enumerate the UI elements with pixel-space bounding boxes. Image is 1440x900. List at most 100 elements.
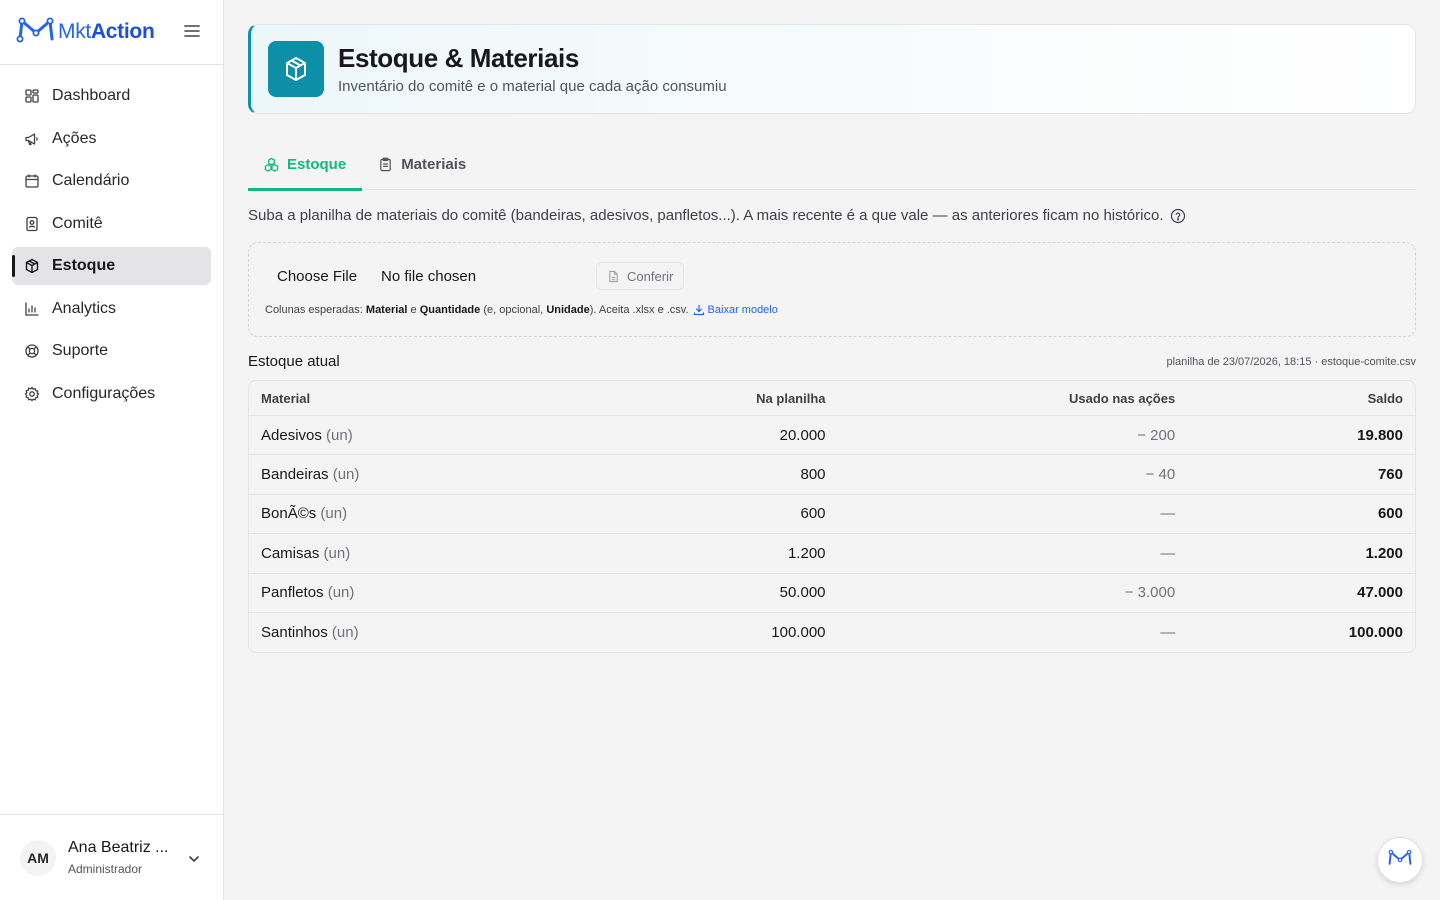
upload-hint: Colunas esperadas: Material e Quantidade… (265, 304, 778, 316)
table-row: Santinhos (un) 100.000 — 100.000 (249, 613, 1415, 652)
table-row: BonÃ©s (un) 600 — 600 (249, 495, 1415, 535)
material-name: Camisas (261, 544, 320, 562)
used-quantity: − 40 (1145, 466, 1176, 484)
material-cell: Panfletos (un) (261, 584, 626, 601)
material-name: BonÃ©s (261, 505, 317, 523)
conferir-label: Conferir (627, 268, 674, 284)
user-menu[interactable]: AM Ana Beatriz ... Administrador (0, 814, 223, 900)
sidebar-item-acoes[interactable]: Ações (12, 120, 211, 158)
main-content: Estoque & Materiais Inventário do comitê… (248, 24, 1416, 654)
material-unit: (un) (331, 624, 359, 642)
brand-name: MktAction (58, 20, 155, 44)
megaphone-icon (24, 131, 40, 147)
hint-material: Material (365, 304, 408, 316)
sidebar-item-dashboard[interactable]: Dashboard (12, 77, 211, 115)
boxes-icon (264, 157, 279, 172)
used-quantity: — (1160, 544, 1176, 562)
tab-label: Estoque (287, 155, 347, 173)
balance: 47.000 (1357, 584, 1403, 602)
material-unit: (un) (320, 505, 348, 523)
mktaction-logo-icon (16, 15, 56, 50)
sidebar-item-calendario[interactable]: Calendário (12, 162, 211, 200)
box-icon (268, 41, 324, 97)
brand-logo[interactable]: MktAction (16, 15, 155, 50)
column-header-material: Material (261, 390, 311, 406)
user-info: Ana Beatriz ... Administrador (68, 839, 169, 876)
tab-estoque[interactable]: Estoque (248, 138, 363, 191)
sheet-quantity: 800 (800, 466, 826, 484)
menu-icon[interactable] (183, 22, 201, 40)
tab-materiais[interactable]: Materiais (362, 138, 482, 190)
gear-icon (24, 386, 40, 402)
clipboard-icon (378, 157, 393, 172)
lifebuoy-icon (24, 343, 40, 359)
tab-label: Materiais (401, 155, 467, 173)
sidebar-item-analytics[interactable]: Analytics (12, 290, 211, 328)
file-icon (607, 270, 620, 283)
table-row: Bandeiras (un) 800 − 40 760 (249, 455, 1415, 495)
balance: 100.000 (1348, 624, 1403, 642)
calendar-icon (24, 173, 40, 189)
sidebar-item-label: Dashboard (52, 87, 131, 104)
stock-section-header: Estoque atual planilha de 23/07/2026, 18… (248, 353, 1416, 370)
mktaction-logo-icon (1387, 848, 1413, 873)
hint-suffix: ). Aceita .xlsx e .csv. (589, 304, 689, 316)
bar-chart-icon (24, 301, 40, 317)
stock-table: Material Na planilha Usado nas ações Sal… (248, 380, 1416, 654)
help-circle-icon[interactable] (1170, 208, 1186, 224)
column-header-balance: Saldo (1367, 390, 1403, 406)
download-template-link[interactable]: Baixar modelo (693, 304, 778, 316)
column-header-used: Usado nas ações (1068, 390, 1176, 406)
material-cell: Adesivos (un) (261, 427, 626, 444)
choose-file-button[interactable]: Choose File (265, 268, 369, 285)
material-name: Adesivos (261, 426, 322, 444)
upload-dropzone[interactable]: Choose File No file chosen Conferir Colu… (248, 242, 1416, 337)
user-role: Administrador (68, 862, 143, 876)
box-icon (24, 258, 40, 274)
section-title: Estoque atual (248, 353, 340, 370)
sidebar-item-label: Comitê (52, 214, 103, 232)
upload-description-text: Suba a planilha de materiais do comitê (… (248, 207, 1164, 224)
material-cell: Camisas (un) (261, 545, 626, 562)
balance: 600 (1377, 505, 1403, 523)
sidebar-item-suporte[interactable]: Suporte (12, 332, 211, 370)
sheet-quantity: 50.000 (779, 584, 826, 602)
sidebar-item-comite[interactable]: Comitê (12, 205, 211, 243)
sheet-quantity: 1.200 (787, 544, 826, 562)
sidebar-item-configuracoes[interactable]: Configurações (12, 375, 211, 413)
brand-action-text: Action (90, 20, 155, 43)
sidebar-item-estoque[interactable]: Estoque (12, 247, 211, 285)
hint-unidade: Unidade (546, 304, 590, 316)
material-unit: (un) (332, 466, 360, 484)
sidebar-item-label: Analytics (52, 299, 117, 317)
page-subtitle: Inventário do comitê e o material que ca… (338, 78, 727, 95)
sheet-quantity: 600 (800, 505, 826, 523)
material-unit: (un) (326, 426, 353, 444)
grid-icon (24, 88, 40, 104)
sidebar-item-label: Ações (52, 129, 97, 147)
chevron-down-icon[interactable] (187, 852, 201, 866)
material-name: Panfletos (261, 584, 324, 602)
brand-mkt-text: Mkt (58, 20, 91, 43)
file-input-row: Choose File No file chosen Conferir (265, 243, 1399, 309)
sidebar: MktAction Dashboard Ações Calendário Com… (0, 0, 224, 900)
material-unit: (un) (327, 584, 355, 602)
page-title: Estoque & Materiais (338, 43, 579, 73)
material-unit: (un) (323, 544, 351, 562)
material-cell: Santinhos (un) (261, 624, 626, 641)
sidebar-nav: Dashboard Ações Calendário Comitê Estoqu… (0, 65, 223, 429)
assistant-button[interactable] (1377, 837, 1423, 883)
used-quantity: — (1160, 624, 1176, 642)
hint-and: e (410, 304, 417, 316)
used-quantity: − 3.000 (1124, 584, 1176, 602)
balance: 1.200 (1365, 544, 1403, 562)
balance: 19.800 (1357, 426, 1403, 444)
material-cell: Bandeiras (un) (261, 466, 626, 483)
table-row: Panfletos (un) 50.000 − 3.000 47.000 (249, 574, 1415, 613)
sidebar-item-label: Calendário (52, 172, 130, 189)
page-header: Estoque & Materiais Inventário do comitê… (248, 24, 1416, 114)
table-row: Camisas (un) 1.200 — 1.200 (249, 534, 1415, 574)
conferir-button[interactable]: Conferir (596, 262, 685, 290)
material-name: Bandeiras (261, 466, 329, 484)
table-row: Adesivos (un) 20.000 − 200 19.800 (249, 416, 1415, 456)
